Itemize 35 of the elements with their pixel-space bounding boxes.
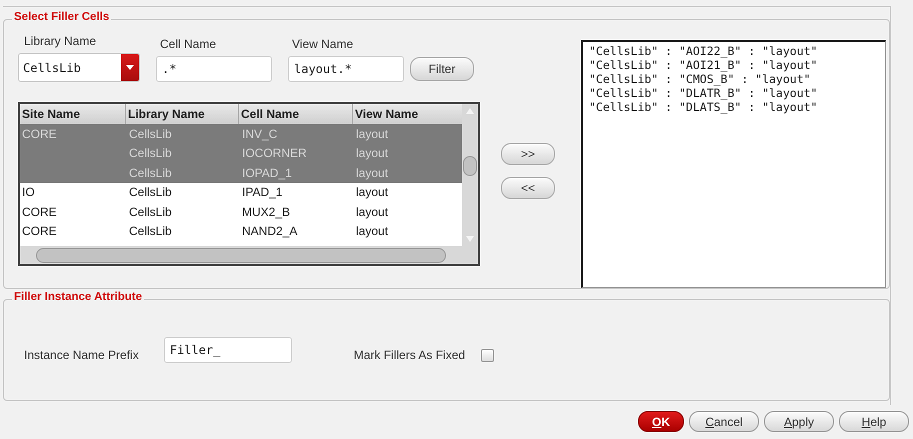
cell-name-field[interactable]: .*	[156, 56, 272, 82]
filter-button[interactable]: Filter	[410, 57, 474, 81]
view-name-field[interactable]: layout.*	[288, 56, 404, 82]
dialog-button[interactable]: Cancel	[689, 411, 759, 432]
list-item[interactable]: "CellsLib" : "CMOS_B" : "layout"	[589, 72, 879, 86]
group-title: Select Filler Cells	[12, 11, 112, 23]
group-title: Filler Instance Attribute	[12, 291, 144, 303]
dialog-button[interactable]: OK	[638, 411, 684, 432]
list-item[interactable]: "CellsLib" : "AOI22_B" : "layout"	[589, 44, 879, 58]
remove-button[interactable]: <<	[501, 177, 555, 199]
add-button[interactable]: >>	[501, 143, 555, 165]
list-item[interactable]: "CellsLib" : "DLATS_B" : "layout"	[589, 100, 879, 114]
caret-icon	[126, 65, 134, 70]
field-label: Cell Name	[159, 37, 218, 51]
field-label: View Name	[291, 37, 354, 51]
column-header[interactable]: View Name	[353, 104, 462, 124]
prefix-field[interactable]: Filler_	[164, 337, 292, 363]
checkbox[interactable]	[481, 348, 494, 362]
field-label: Instance Name Prefix	[24, 348, 139, 362]
column-header[interactable]: Site Name	[20, 104, 126, 124]
horizontal-scrollbar[interactable]	[20, 246, 462, 264]
dialog-button[interactable]: Help	[839, 411, 909, 432]
checkbox-label: Mark Fillers As Fixed	[354, 348, 466, 362]
library-dropdown[interactable]: CellsLib	[18, 53, 140, 82]
dialog-button[interactable]: Apply	[764, 411, 834, 432]
list-item[interactable]: "CellsLib" : "DLATR_B" : "layout"	[589, 86, 879, 100]
scroll-thumb[interactable]	[463, 156, 477, 176]
up-arrow-icon	[466, 108, 474, 114]
scroll-thumb[interactable]	[36, 248, 446, 262]
field-label: Library Name	[23, 34, 98, 48]
column-header[interactable]: Cell Name	[239, 104, 353, 124]
down-arrow-icon	[466, 236, 474, 242]
column-header[interactable]: Library Name	[126, 104, 239, 124]
list-item[interactable]: "CellsLib" : "AOI21_B" : "layout"	[589, 58, 879, 72]
vertical-scrollbar[interactable]	[462, 104, 478, 246]
